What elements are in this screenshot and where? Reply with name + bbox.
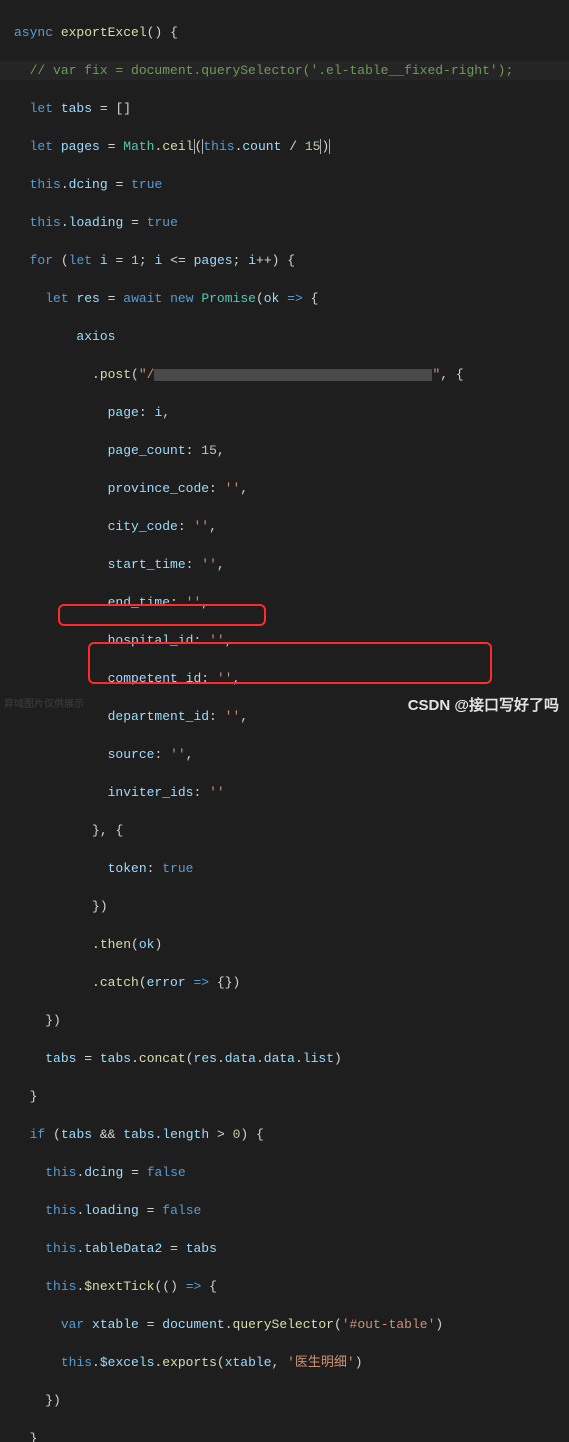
fn-name: exportExcel <box>61 25 147 40</box>
small-watermark: 异域图片仅供展示 <box>4 696 84 715</box>
kw-async: async <box>14 25 53 40</box>
code-editor[interactable]: async exportExcel() { // var fix = docum… <box>0 0 569 1442</box>
redacted-url <box>154 369 432 381</box>
watermark: CSDN @接口写好了吗 <box>408 696 559 715</box>
